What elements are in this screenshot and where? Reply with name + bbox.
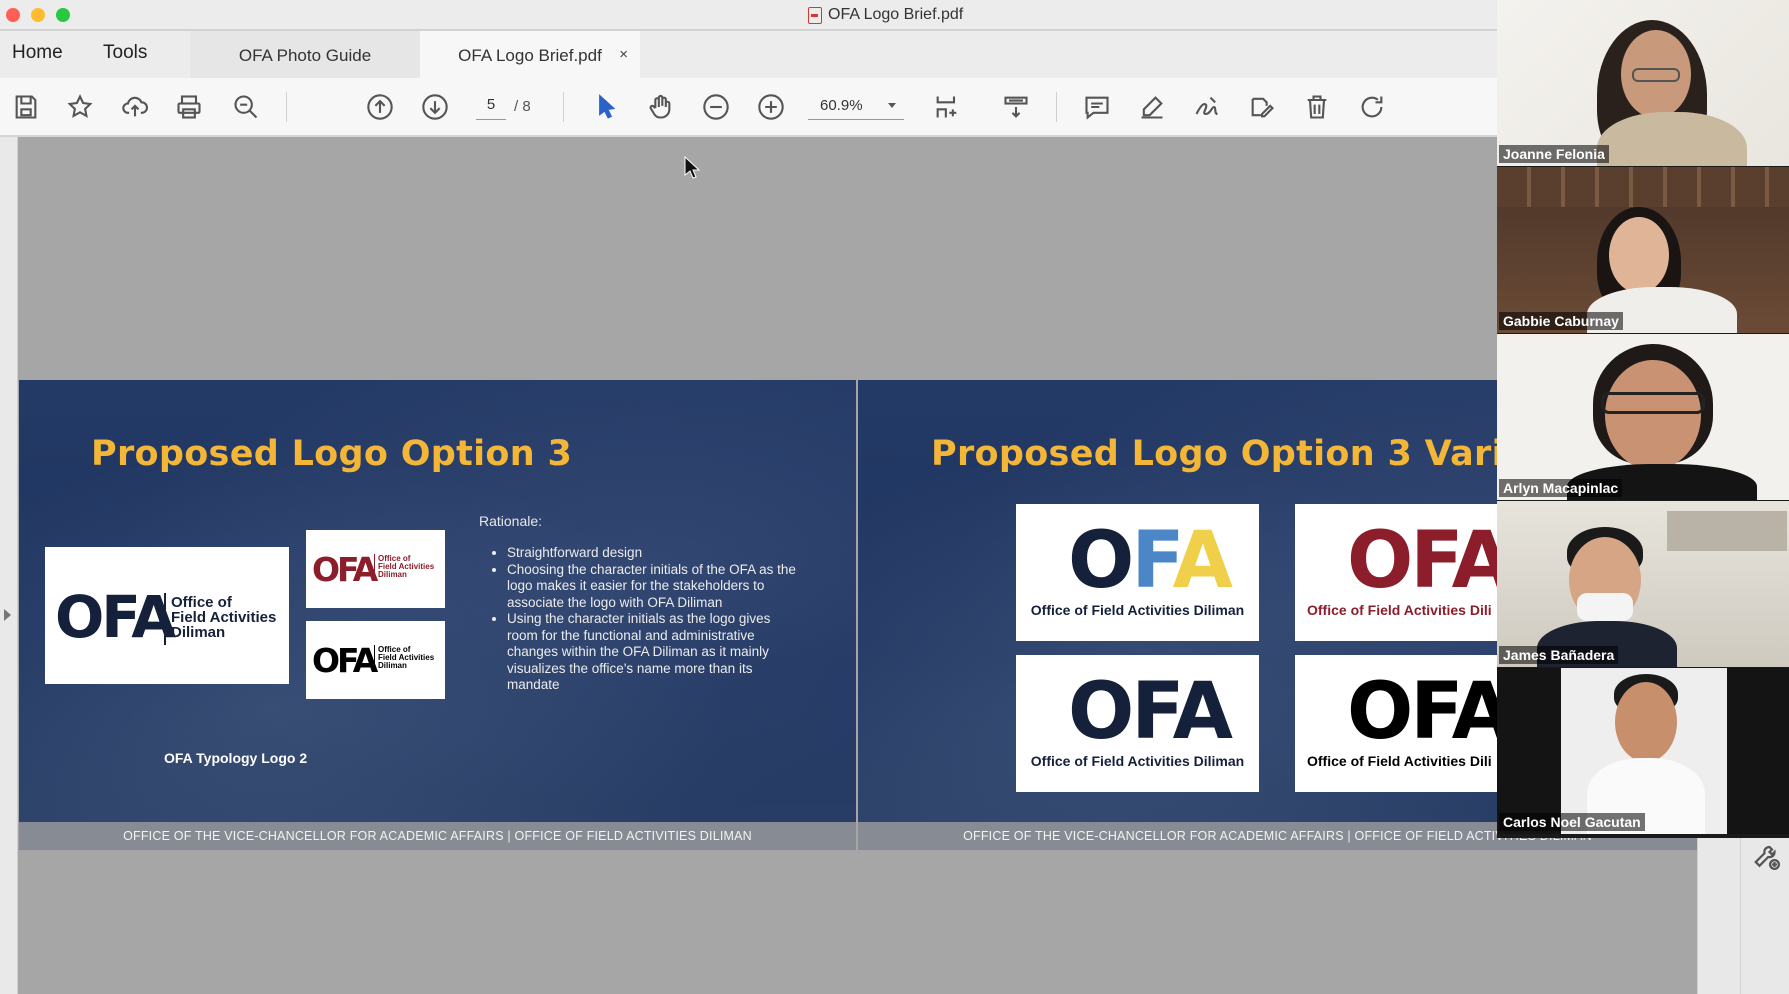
logo-card-black: OFA Office of Field Activities Diliman: [306, 621, 445, 699]
variation-card-color: OFA Office of Field Activities Diliman: [1016, 504, 1259, 641]
page-up-icon[interactable]: [363, 90, 397, 124]
slide-footer: OFFICE OF THE VICE-CHANCELLOR FOR ACADEM…: [19, 822, 856, 850]
rationale-point: Straightforward design: [507, 545, 797, 562]
rationale-heading: Rationale:: [479, 513, 543, 529]
rationale-point: Using the character initials as the logo…: [507, 611, 797, 694]
participant-tile[interactable]: Gabbie Caburnay: [1497, 167, 1789, 333]
tab-bar: Home Tools OFA Photo Guide OFA Logo Brie…: [0, 31, 1497, 78]
participant-name: Carlos Noel Gacutan: [1499, 813, 1645, 831]
scroll-mode-icon[interactable]: [999, 90, 1033, 124]
maximize-window-button[interactable]: [56, 8, 70, 22]
bookmark-star-icon[interactable]: [63, 90, 97, 124]
tab-label: OFA Logo Brief.pdf: [458, 46, 602, 65]
ofa-logo-navy: OFA: [1068, 667, 1233, 757]
edit-icon[interactable]: [1245, 90, 1279, 124]
pdf-file-icon: [808, 6, 822, 24]
logo-card-main: OFA Office of Field Activities Diliman: [45, 547, 289, 684]
window-title-text: OFA Logo Brief.pdf: [828, 6, 964, 23]
zoom-level-value: 60.9%: [820, 97, 863, 114]
tab-ofa-photo-guide[interactable]: OFA Photo Guide: [190, 31, 420, 78]
hand-tool-icon[interactable]: [643, 90, 677, 124]
participant-name: Arlyn Macapinlac: [1499, 479, 1623, 497]
ofa-logo-black: OFA: [312, 641, 378, 680]
participant-tile[interactable]: Arlyn Macapinlac: [1497, 334, 1789, 500]
rotate-icon[interactable]: [1355, 90, 1389, 124]
rationale-list: Straightforward design Choosing the char…: [507, 545, 797, 694]
card-caption: Office of Field Activities Diliman: [1030, 753, 1245, 769]
print-icon[interactable]: [172, 90, 206, 124]
zoom-in-icon[interactable]: [754, 90, 788, 124]
menu-tools[interactable]: Tools: [103, 42, 147, 64]
expand-panel-icon[interactable]: [4, 609, 11, 621]
tab-ofa-logo-brief[interactable]: OFA Logo Brief.pdf ×: [420, 31, 640, 78]
slide-title: Proposed Logo Option 3: [91, 434, 573, 474]
ofa-logo: OFA: [55, 583, 176, 651]
tab-label: OFA Photo Guide: [238, 46, 372, 65]
left-panel-rail[interactable]: [0, 137, 18, 994]
fit-page-icon[interactable]: [930, 90, 964, 124]
logo-subtitle-red: Office of Field Activities Diliman: [378, 554, 435, 579]
slide-page-5: Proposed Logo Option 3 OFA Office of Fie…: [19, 380, 856, 850]
highlight-pen-icon[interactable]: [1135, 90, 1169, 124]
upload-cloud-icon[interactable]: [118, 90, 152, 124]
ofa-logo-red: OFA: [1347, 516, 1512, 606]
ofa-logo-red: OFA: [312, 550, 378, 589]
participant-tile[interactable]: James Bañadera: [1497, 501, 1789, 667]
window-title: OFA Logo Brief.pdf: [808, 6, 963, 24]
close-window-button[interactable]: [6, 8, 20, 22]
tools-settings-icon[interactable]: [1752, 842, 1782, 872]
rationale-point: Choosing the character initials of the O…: [507, 562, 797, 612]
select-cursor-icon[interactable]: [589, 90, 623, 124]
logo-caption: OFA Typology Logo 2: [164, 750, 308, 766]
comment-icon[interactable]: [1080, 90, 1114, 124]
zoom-out-icon[interactable]: [699, 90, 733, 124]
page-down-icon[interactable]: [418, 90, 452, 124]
tab-close-icon[interactable]: ×: [619, 46, 628, 63]
card-caption: Office of Field Activities Diliman: [1030, 602, 1245, 618]
video-call-panel: Joanne Felonia Gabbie Caburnay Arlyn Mac…: [1497, 0, 1789, 838]
menu-home[interactable]: Home: [12, 42, 63, 64]
zoom-level-select[interactable]: 60.9%: [808, 94, 904, 120]
logo-subtitle-black: Office of Field Activities Diliman: [378, 645, 435, 670]
pdf-toolbar: 5 / 8 60.9%: [0, 78, 1497, 136]
minimize-window-button[interactable]: [31, 8, 45, 22]
page-total: / 8: [514, 98, 531, 115]
page-number-input[interactable]: 5: [476, 96, 506, 120]
participant-name: James Bañadera: [1499, 646, 1619, 664]
slide-title: Proposed Logo Option 3 Varia: [931, 434, 1528, 474]
participant-name: Joanne Felonia: [1499, 145, 1609, 163]
ofa-logo-color: OFA: [1068, 516, 1233, 606]
save-icon[interactable]: [9, 90, 43, 124]
chevron-down-icon: [888, 103, 896, 108]
participant-tile[interactable]: Carlos Noel Gacutan: [1497, 668, 1789, 834]
variation-card-navy: OFA Office of Field Activities Diliman: [1016, 655, 1259, 792]
ofa-logo-black: OFA: [1347, 667, 1512, 757]
zoom-search-icon[interactable]: [229, 90, 263, 124]
mouse-cursor-icon: [684, 156, 700, 179]
participant-name: Gabbie Caburnay: [1499, 312, 1623, 330]
sign-icon[interactable]: [1190, 90, 1224, 124]
logo-subtitle: Office of Field Activities Diliman: [171, 594, 277, 641]
delete-icon[interactable]: [1300, 90, 1334, 124]
participant-tile[interactable]: Joanne Felonia: [1497, 0, 1789, 166]
logo-card-red: OFA Office of Field Activities Diliman: [306, 530, 445, 608]
